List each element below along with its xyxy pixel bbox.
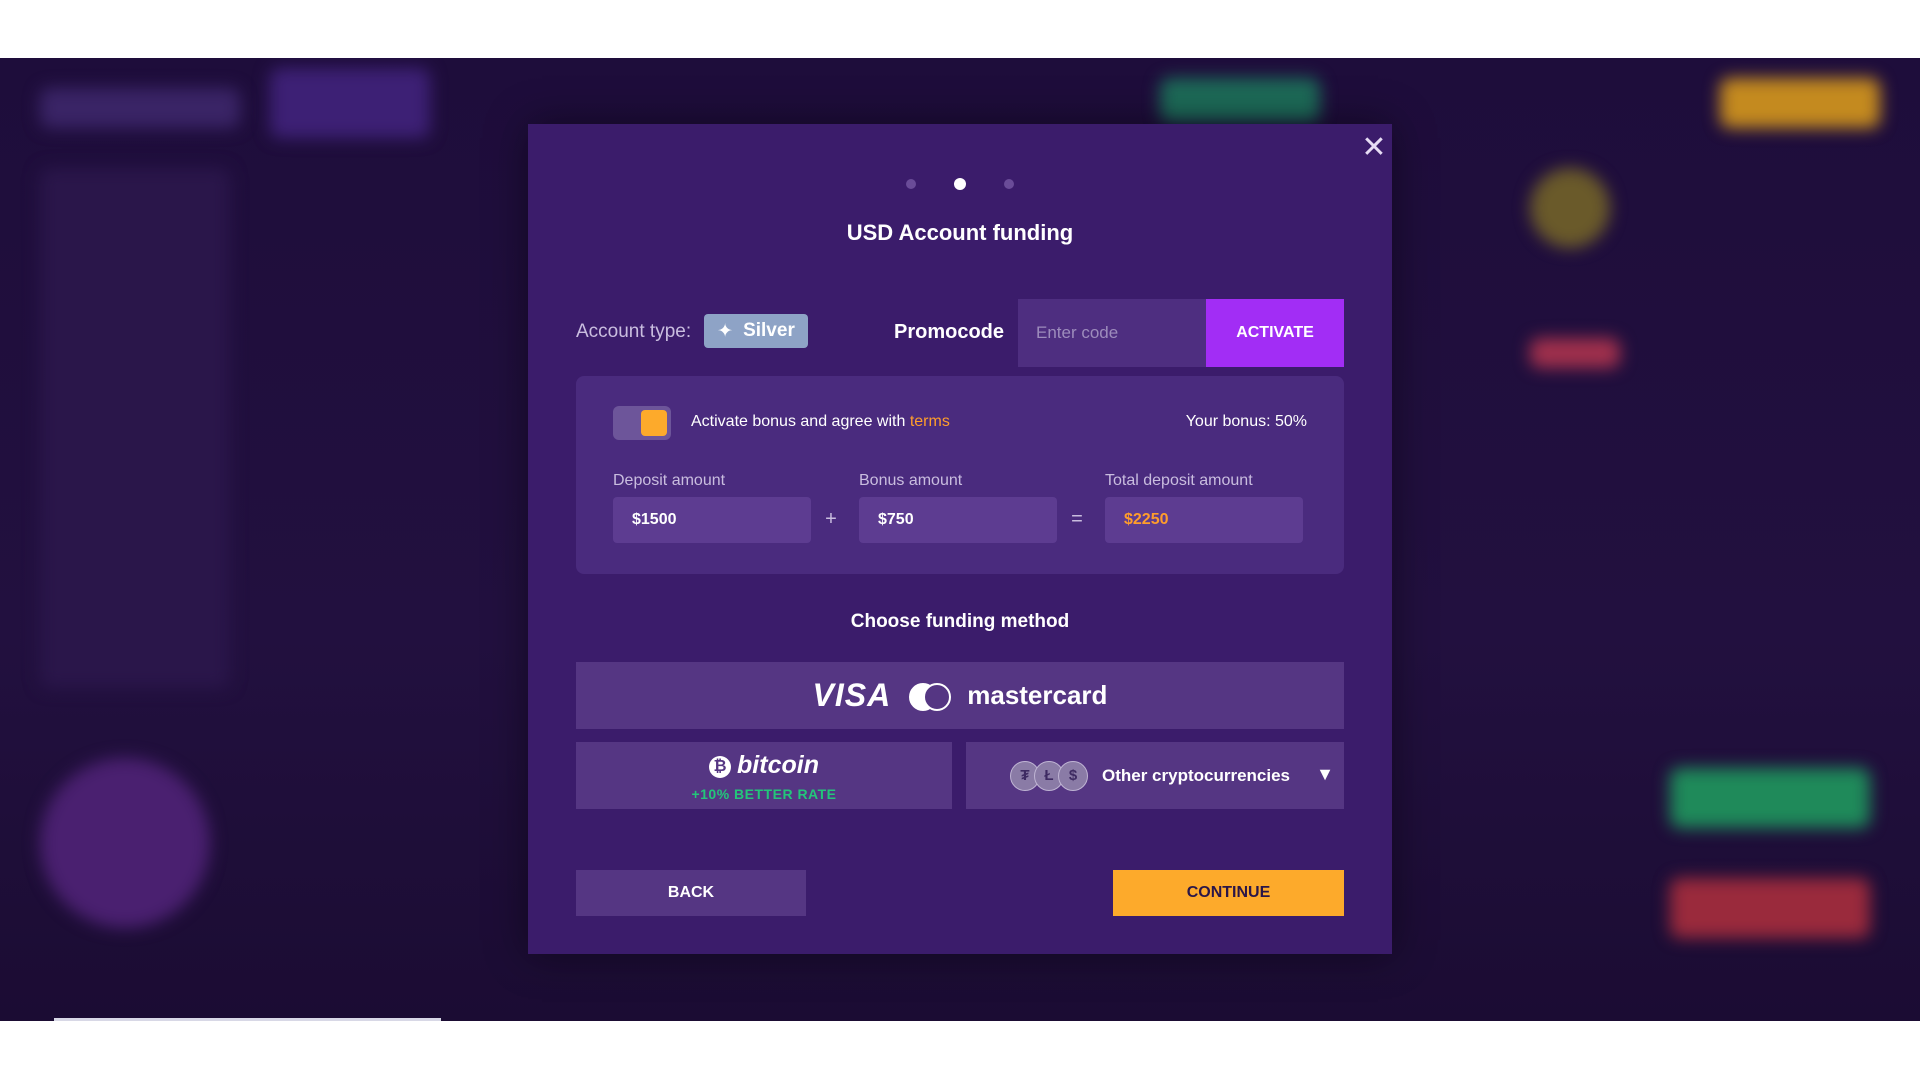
- equals-sign: =: [1071, 508, 1083, 530]
- crypto-coins-icon: ₮ Ł $: [1010, 761, 1090, 791]
- bonus-amount-field: [859, 497, 1057, 543]
- account-type-value: Silver: [743, 320, 795, 341]
- sparkle-icon: ✦: [717, 320, 734, 342]
- bonus-amount-label: Bonus amount: [859, 472, 963, 489]
- deposit-amount-label: Deposit amount: [613, 472, 726, 489]
- activate-button[interactable]: ACTIVATE: [1206, 299, 1344, 367]
- step-dot-1: [906, 178, 916, 189]
- deposit-amount-input[interactable]: [613, 497, 811, 543]
- bonus-toggle[interactable]: [613, 406, 671, 440]
- scroll-indicator: [54, 1018, 441, 1021]
- other-crypto-dropdown[interactable]: ₮ Ł $ Other cryptocurrencies ▼: [966, 742, 1344, 809]
- step-indicator: [528, 175, 1392, 190]
- your-bonus-text: Your bonus: 50%: [1185, 413, 1307, 430]
- toggle-knob: [641, 410, 667, 436]
- visa-logo: VISA: [812, 677, 892, 713]
- back-button[interactable]: BACK: [576, 870, 806, 916]
- account-type-badge: ✦ Silver: [704, 314, 808, 348]
- account-promo-row: Account type: ✦ Silver Promocode ACTIVAT…: [576, 299, 1344, 367]
- chevron-down-icon: ▼: [1316, 764, 1334, 784]
- continue-button[interactable]: CONTINUE: [1113, 870, 1344, 916]
- plus-sign: +: [825, 508, 837, 530]
- funding-method-title: Choose funding method: [850, 611, 1070, 632]
- total-deposit-field: [1105, 497, 1303, 543]
- bonus-panel: Activate bonus and agree with terms Your…: [576, 376, 1344, 574]
- bitcoin-payment-option[interactable]: ₿ bitcoin +10% BETTER RATE: [576, 742, 952, 809]
- other-crypto-label: Other cryptocurrencies: [1102, 766, 1291, 785]
- promocode-label: Promocode: [894, 321, 1005, 343]
- funding-modal: ✕ USD Account funding Account type: ✦ Si…: [528, 124, 1392, 954]
- bitcoin-icon: ₿: [709, 756, 732, 778]
- bitcoin-rate-badge: +10% BETTER RATE: [691, 786, 837, 802]
- close-icon[interactable]: ✕: [1358, 132, 1390, 164]
- total-deposit-label: Total deposit amount: [1105, 472, 1253, 489]
- promocode-input[interactable]: [1018, 299, 1206, 367]
- account-type-label: Account type:: [576, 321, 692, 342]
- mastercard-icon: [909, 682, 952, 711]
- card-payment-option[interactable]: VISA mastercard: [576, 662, 1344, 729]
- bitcoin-logo: ₿ bitcoin: [576, 751, 952, 780]
- bonus-agree-label: Activate bonus and agree with: [691, 413, 906, 430]
- step-dot-3: [1004, 178, 1014, 189]
- step-dot-2-active: [954, 177, 966, 190]
- mastercard-logo: mastercard: [967, 680, 1108, 710]
- bonus-agree-text: Activate bonus and agree with terms: [691, 413, 950, 431]
- modal-title: USD Account funding: [846, 220, 1074, 245]
- dollar-coin-icon: $: [1058, 761, 1088, 791]
- bitcoin-name: bitcoin: [737, 751, 819, 779]
- terms-link[interactable]: terms: [910, 413, 950, 430]
